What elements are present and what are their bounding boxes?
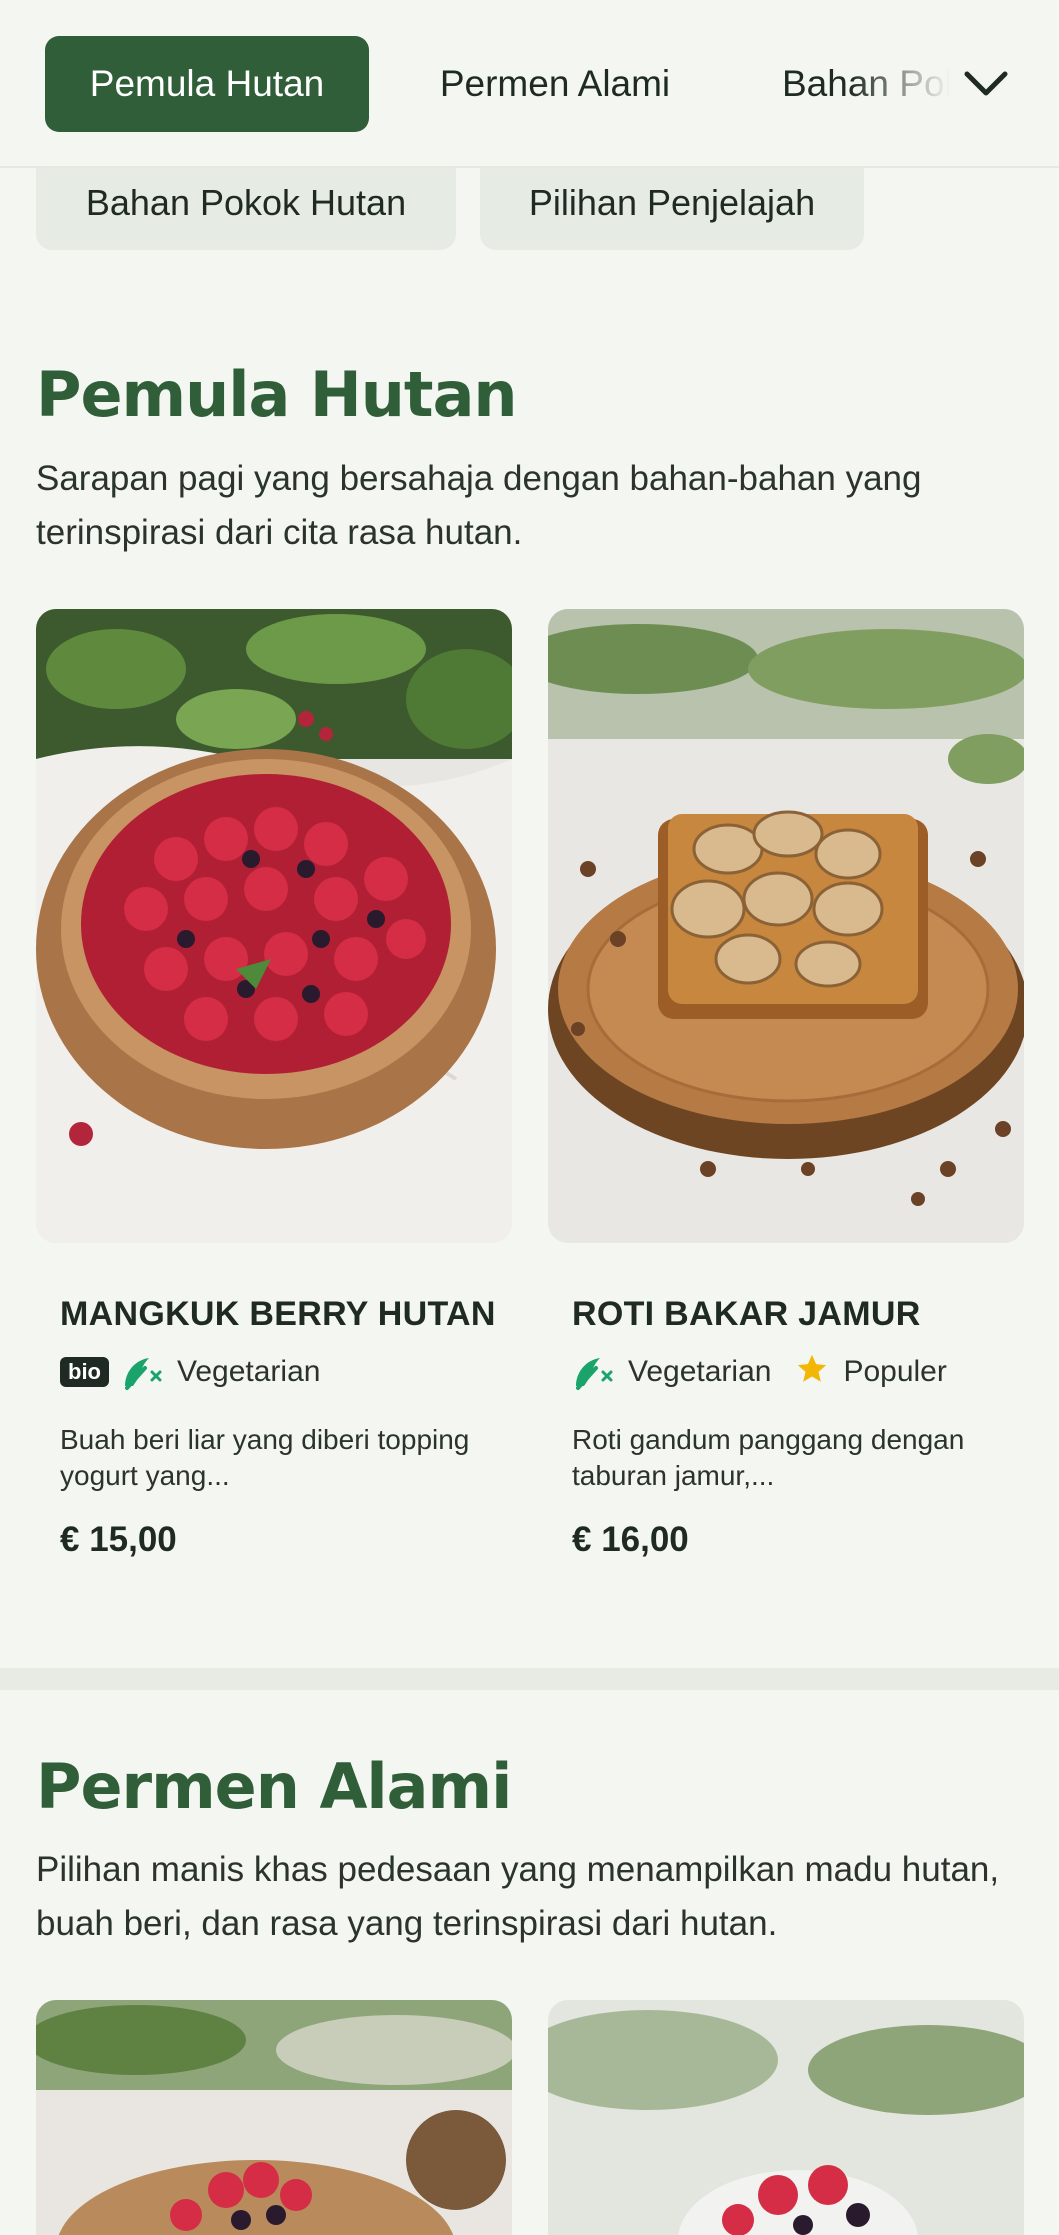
popular-label: Populer: [843, 1355, 947, 1388]
section-description: Sarapan pagi yang bersahaja dengan bahan…: [36, 459, 922, 552]
bio-badge: bio: [60, 1357, 109, 1387]
berry-dessert-image[interactable]: [548, 2000, 1024, 2235]
chevron-down-icon[interactable]: [960, 62, 1012, 106]
tab-pemula-hutan[interactable]: Pemula Hutan: [45, 36, 369, 132]
category-tab-bar: Pemula Hutan Permen Alami Bahan Pokok Hu…: [0, 0, 1059, 168]
vegetarian-label: Vegetarian: [177, 1355, 321, 1388]
star-icon: [795, 1352, 831, 1392]
section-divider: [0, 1668, 1059, 1690]
berry-bowl-image[interactable]: [36, 609, 512, 1243]
tab-bahan-pokok-hutan[interactable]: Bahan Pokok Hutan: [760, 36, 960, 132]
section-title: Pemula Hutan: [36, 358, 518, 431]
tab-permen-alami[interactable]: Permen Alami: [400, 36, 710, 132]
menu-item-tags: Vegetarian Populer: [572, 1352, 1012, 1392]
menu-item-card[interactable]: ROTI BAKAR JAMUR Vegetarian Populer Roti…: [572, 1290, 1012, 1560]
menu-item-name: MANGKUK BERRY HUTAN: [60, 1295, 496, 1333]
menu-item-description: Buah beri liar yang diberi topping yogur…: [60, 1424, 470, 1491]
vegetarian-icon: [121, 1352, 165, 1392]
menu-item-card[interactable]: MANGKUK BERRY HUTAN bio Vegetarian Buah …: [60, 1290, 500, 1560]
menu-item-description: Roti gandum panggang dengan taburan jamu…: [572, 1424, 965, 1491]
menu-item-price: € 15,00: [60, 1520, 177, 1559]
menu-item-name: ROTI BAKAR JAMUR: [572, 1295, 921, 1333]
section-title: Permen Alami: [36, 1750, 512, 1823]
menu-item-price: € 16,00: [572, 1520, 689, 1559]
vegetarian-label: Vegetarian: [628, 1355, 772, 1388]
menu-item-tags: bio Vegetarian: [60, 1352, 500, 1392]
section-description: Pilihan manis khas pedesaan yang menampi…: [36, 1850, 1000, 1943]
dessert-bowl-image[interactable]: [36, 2000, 512, 2235]
mushroom-toast-image[interactable]: [548, 609, 1024, 1243]
vegetarian-icon: [572, 1352, 616, 1392]
